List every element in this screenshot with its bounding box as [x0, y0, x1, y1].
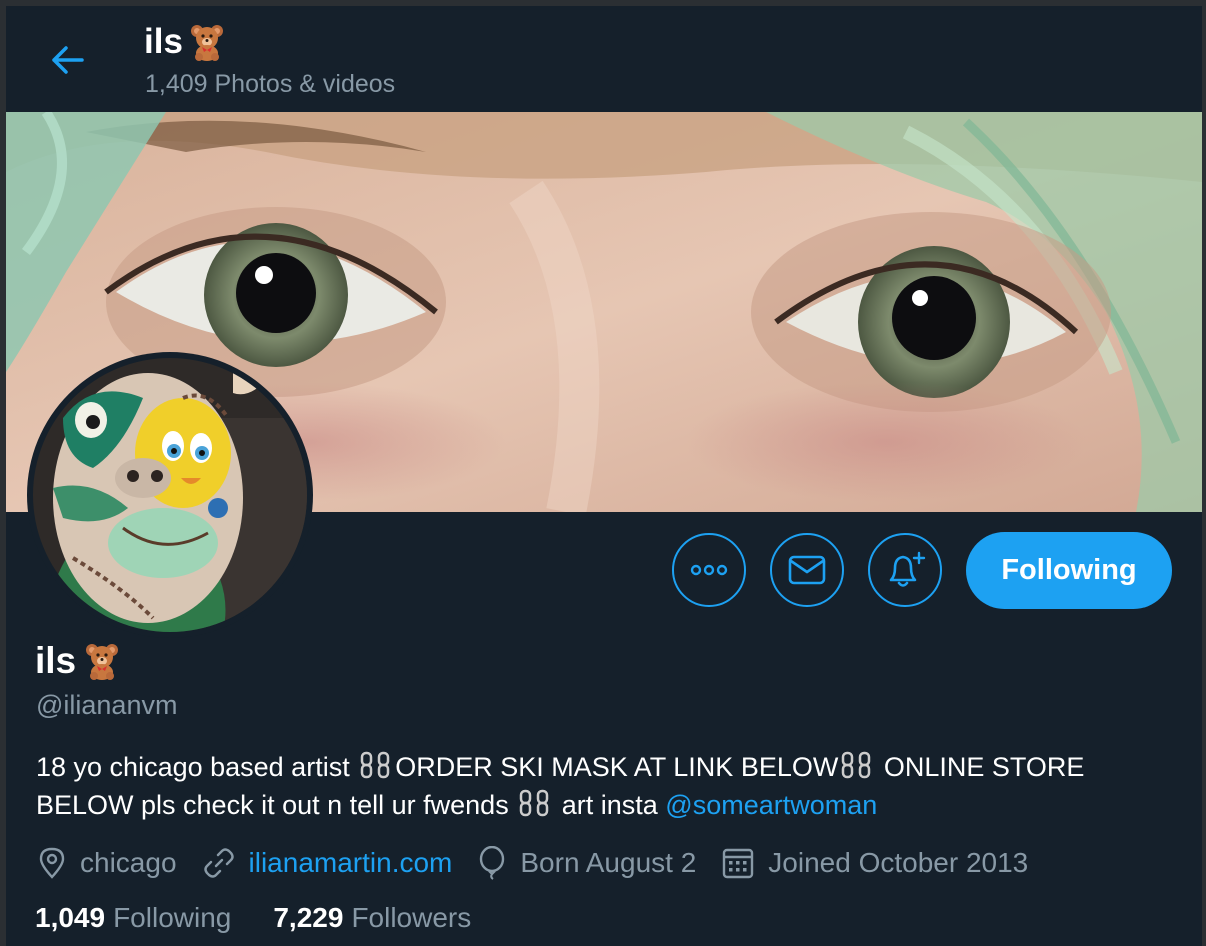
followers-label: Followers — [351, 902, 472, 933]
profile-meta-row: chicago ilianamartin.com Born August 2 J… — [38, 840, 1054, 886]
more-icon — [690, 564, 728, 576]
header-title: ils — [144, 22, 225, 62]
following-button[interactable]: Following — [966, 532, 1172, 609]
followers-stat-link[interactable]: 7,229 Followers — [273, 902, 471, 934]
more-options-button[interactable] — [672, 533, 746, 607]
calendar-icon — [723, 848, 754, 879]
arrow-left-icon — [52, 46, 84, 74]
teddy-bear-icon — [190, 25, 223, 61]
mail-icon — [788, 555, 826, 585]
header-title-text: ils — [144, 22, 183, 61]
bio-text-2: ORDER SKI MASK AT LINK BELOW — [395, 752, 839, 782]
notifications-button[interactable] — [868, 533, 942, 607]
chain-icon — [360, 751, 390, 779]
profile-name-text: ils — [35, 640, 77, 681]
back-button[interactable] — [44, 36, 92, 84]
followers-count: 7,229 — [273, 902, 344, 933]
joined-text: Joined October 2013 — [768, 847, 1029, 878]
location-item: chicago — [38, 847, 177, 879]
teddy-bear-icon — [86, 644, 119, 680]
header-subtitle: 1,409 Photos & videos — [145, 70, 396, 98]
chain-icon — [842, 751, 871, 779]
window-frame-right — [1202, 0, 1206, 946]
following-count: 1,049 — [35, 902, 106, 933]
profile-header-bar: ils 1,409 Photos & videos — [6, 6, 1202, 112]
profile-avatar[interactable] — [27, 352, 313, 638]
message-button[interactable] — [770, 533, 844, 607]
joined-item: Joined October 2013 — [722, 847, 1028, 879]
birthday-text: Born August 2 — [520, 847, 697, 878]
bell-plus-icon — [889, 551, 926, 587]
bio-text-1: 18 yo chicago based artist — [36, 752, 350, 782]
avatar-photo — [33, 358, 307, 632]
location-text: chicago — [80, 847, 177, 878]
link-icon — [203, 848, 234, 878]
following-stat-link[interactable]: 1,049 Following — [35, 902, 231, 934]
chain-icon — [519, 789, 549, 817]
profile-bio: 18 yo chicago based artist ORDER SKI MAS… — [36, 748, 1156, 824]
bio-mention-link[interactable]: @someartwoman — [665, 790, 877, 820]
balloon-icon — [480, 846, 505, 880]
location-pin-icon — [39, 847, 65, 879]
profile-stats: 1,049 Following 7,229 Followers — [35, 902, 513, 934]
website-item: ilianamartin.com — [203, 847, 453, 879]
birthday-item: Born August 2 — [478, 846, 696, 880]
profile-handle: @iliananvm — [36, 690, 178, 720]
bio-text-4: art insta — [554, 790, 658, 820]
following-label: Following — [113, 902, 232, 933]
profile-name: ils — [35, 640, 120, 682]
website-link[interactable]: ilianamartin.com — [249, 847, 453, 879]
